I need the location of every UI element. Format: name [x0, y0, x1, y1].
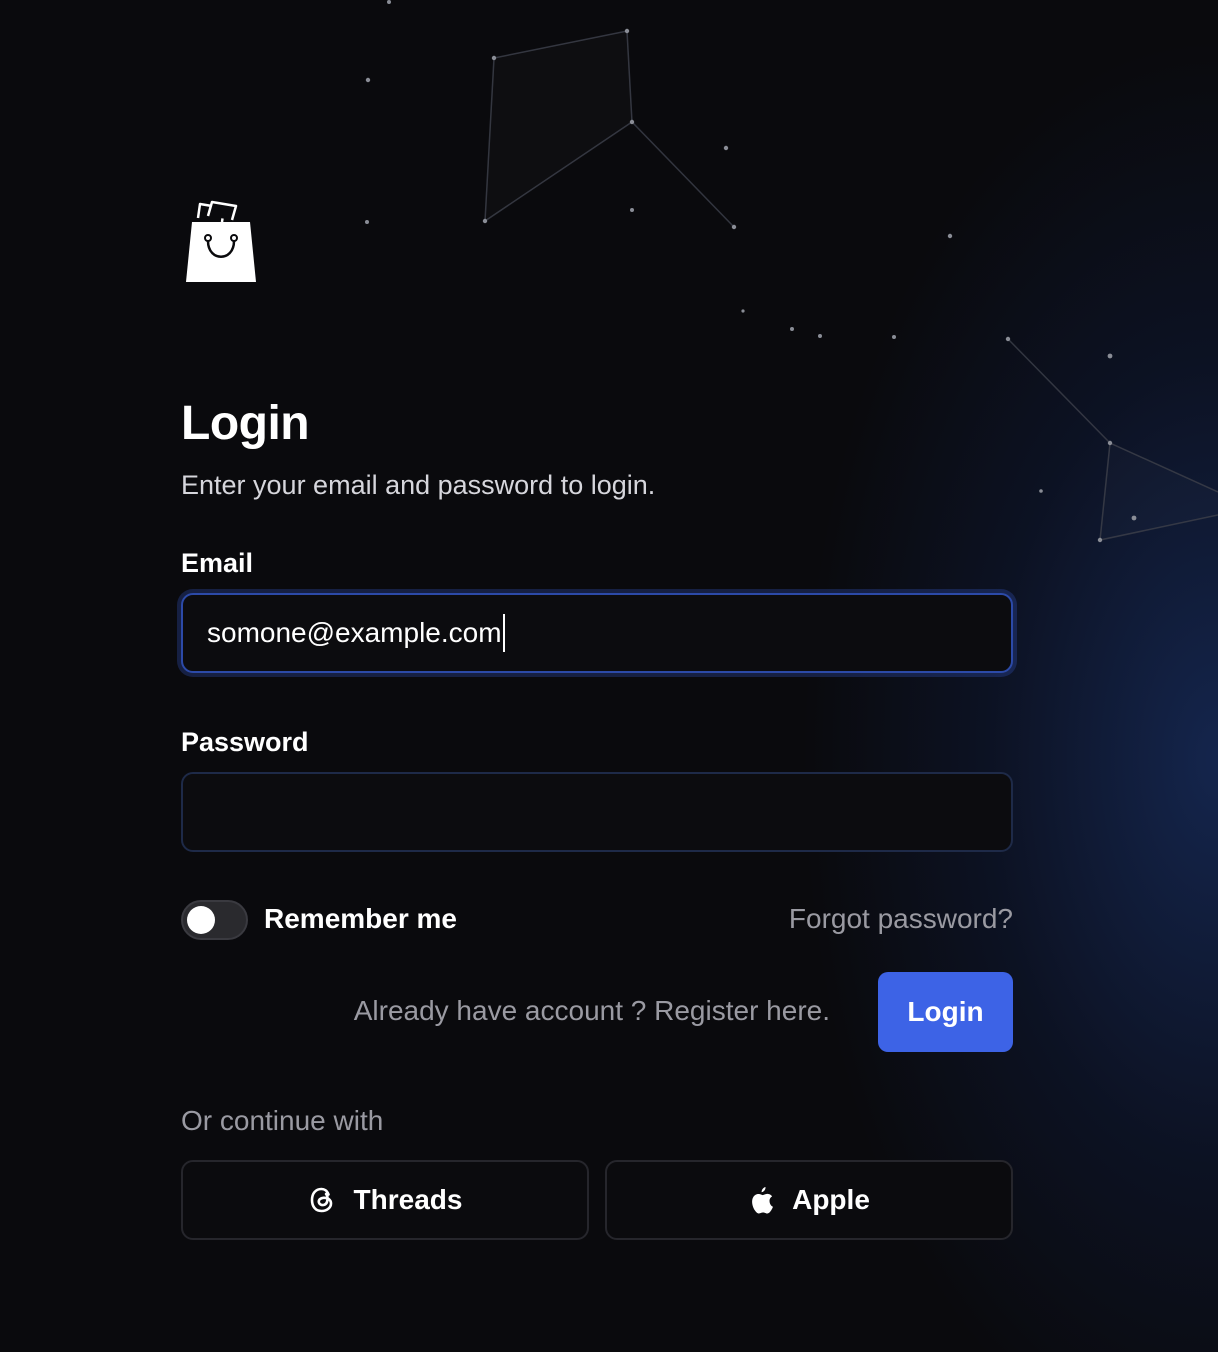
threads-icon — [308, 1185, 336, 1215]
password-field[interactable] — [181, 772, 1013, 852]
toggle-knob — [187, 906, 215, 934]
page-title: Login — [181, 397, 310, 450]
threads-label: Threads — [353, 1184, 463, 1215]
threads-login-button[interactable]: Threads — [181, 1160, 589, 1240]
text-caret — [502, 614, 505, 652]
email-label: Email — [181, 548, 254, 578]
email-field[interactable]: somone@example.com — [181, 593, 1013, 673]
email-value: somone@example.com — [207, 617, 502, 648]
password-label: Password — [181, 727, 309, 757]
forgot-password-link[interactable]: Forgot password? — [789, 903, 1013, 935]
shopping-bag-icon — [184, 200, 260, 284]
social-heading: Or continue with — [181, 1105, 384, 1136]
login-page: Login Enter your email and password to l… — [0, 0, 1218, 1352]
constellation-background — [365, 0, 1218, 543]
login-button[interactable]: Login — [878, 972, 1013, 1052]
apple-login-button[interactable]: Apple — [605, 1160, 1013, 1240]
remember-me-toggle[interactable] — [181, 900, 248, 940]
apple-label: Apple — [792, 1184, 870, 1215]
register-link[interactable]: Already have account ? Register here. — [354, 995, 830, 1027]
apple-icon — [748, 1185, 774, 1215]
remember-me-label[interactable]: Remember me — [264, 903, 457, 935]
page-subtitle: Enter your email and password to login. — [181, 470, 656, 500]
